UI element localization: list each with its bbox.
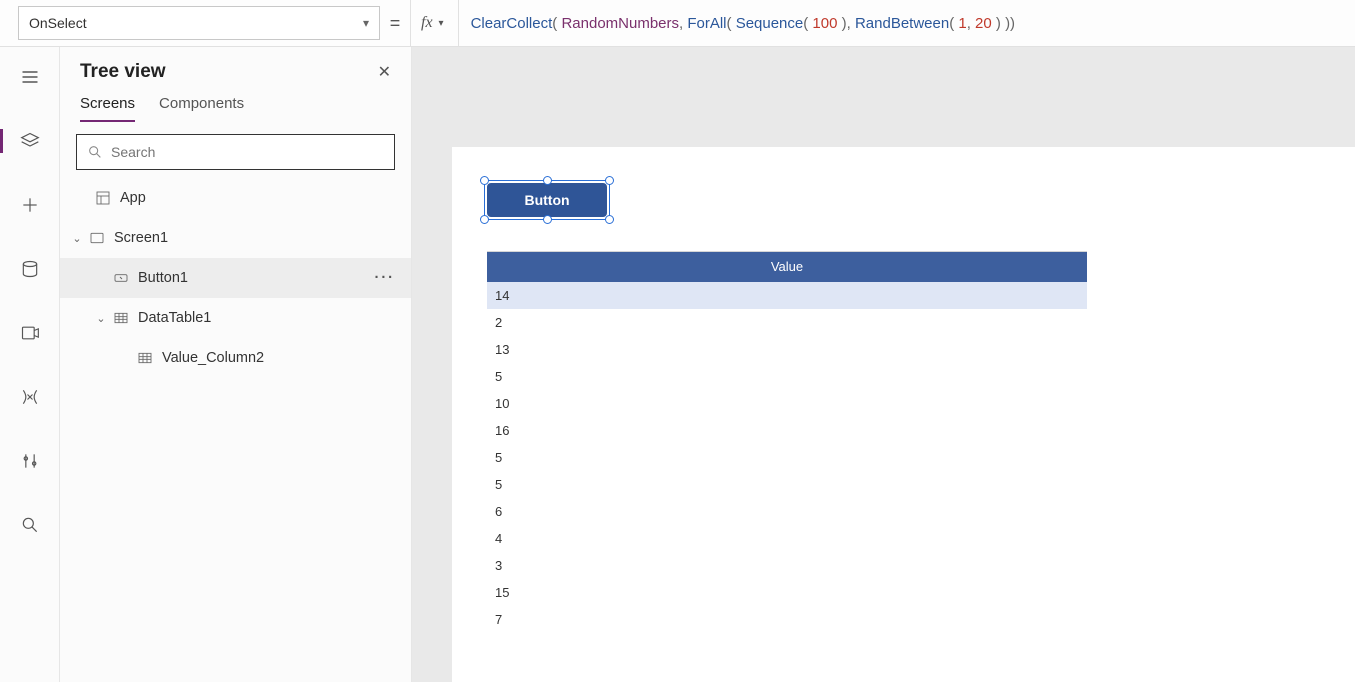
- table-row[interactable]: 4: [487, 525, 1087, 552]
- fx-icon: fx: [421, 14, 433, 32]
- button-icon: [112, 269, 130, 287]
- tree-node-button1[interactable]: Button1 ···: [60, 258, 411, 298]
- insert-button[interactable]: [10, 187, 50, 223]
- tree-node-label: Screen1: [114, 230, 168, 246]
- tree-nodes: App ⌄ Screen1 Button1 ··· ⌄ DataTable1 V…: [60, 178, 411, 682]
- search-input[interactable]: [111, 144, 384, 160]
- chevron-down-icon[interactable]: ⌄: [70, 232, 84, 245]
- search-button[interactable]: [10, 507, 50, 543]
- tree-node-datatable1[interactable]: ⌄ DataTable1: [60, 298, 411, 338]
- media-button[interactable]: [10, 315, 50, 351]
- table-row[interactable]: 5: [487, 471, 1087, 498]
- table-row[interactable]: 3: [487, 552, 1087, 579]
- more-icon[interactable]: ···: [375, 270, 396, 286]
- tree-node-label: App: [120, 190, 146, 206]
- chevron-down-icon[interactable]: ⌄: [94, 312, 108, 325]
- tree-node-app[interactable]: App: [60, 178, 411, 218]
- chevron-down-icon: ▾: [363, 16, 369, 30]
- tree-view-button[interactable]: [10, 123, 50, 159]
- search-icon: [87, 144, 103, 160]
- tree-node-value-column[interactable]: Value_Column2: [60, 338, 411, 378]
- table-row[interactable]: 13: [487, 336, 1087, 363]
- column-icon: [136, 349, 154, 367]
- formula-bar: OnSelect ▾ = fx ▾ ClearCollect( RandomNu…: [0, 0, 1355, 47]
- table-row[interactable]: 5: [487, 444, 1087, 471]
- tree-node-label: Button1: [138, 270, 188, 286]
- table-row[interactable]: 2: [487, 309, 1087, 336]
- table-row[interactable]: 10: [487, 390, 1087, 417]
- canvas-datatable[interactable]: Value 142135101655643157: [487, 251, 1087, 633]
- table-row[interactable]: 5: [487, 363, 1087, 390]
- app-icon: [94, 189, 112, 207]
- screen-canvas[interactable]: Button Value 142135101655643157: [452, 147, 1355, 682]
- tab-screens[interactable]: Screens: [80, 95, 135, 122]
- hamburger-button[interactable]: [10, 59, 50, 95]
- button-label: Button: [524, 192, 569, 208]
- tree-search[interactable]: [76, 134, 395, 170]
- fx-dropdown[interactable]: fx ▾: [410, 0, 459, 47]
- table-row[interactable]: 15: [487, 579, 1087, 606]
- tree-node-screen1[interactable]: ⌄ Screen1: [60, 218, 411, 258]
- datatable-header[interactable]: Value: [487, 252, 1087, 282]
- tree-node-label: DataTable1: [138, 310, 211, 326]
- tree-tabs: Screens Components: [60, 89, 411, 122]
- formula-input[interactable]: ClearCollect( RandomNumbers, ForAll( Seq…: [459, 14, 1355, 32]
- table-row[interactable]: 16: [487, 417, 1087, 444]
- tree-view-panel: Tree view ✕ Screens Components App ⌄ Scr…: [60, 47, 412, 682]
- advanced-tools-button[interactable]: [10, 443, 50, 479]
- table-row[interactable]: 7: [487, 606, 1087, 633]
- canvas-area[interactable]: Button Value 142135101655643157: [412, 47, 1355, 682]
- close-icon[interactable]: ✕: [378, 62, 391, 82]
- table-icon: [112, 309, 130, 327]
- tab-components[interactable]: Components: [159, 95, 244, 122]
- tree-node-label: Value_Column2: [162, 350, 264, 366]
- table-row[interactable]: 14: [487, 282, 1087, 309]
- property-dropdown-value: OnSelect: [29, 15, 87, 31]
- table-row[interactable]: 6: [487, 498, 1087, 525]
- canvas-button-control[interactable]: Button: [487, 183, 607, 217]
- equals-label: =: [380, 13, 410, 34]
- chevron-down-icon: ▾: [439, 18, 444, 29]
- tree-view-title: Tree view: [80, 61, 166, 83]
- property-dropdown[interactable]: OnSelect ▾: [18, 6, 380, 40]
- variables-button[interactable]: [10, 379, 50, 415]
- screen-icon: [88, 229, 106, 247]
- data-button[interactable]: [10, 251, 50, 287]
- left-rail: [0, 47, 60, 682]
